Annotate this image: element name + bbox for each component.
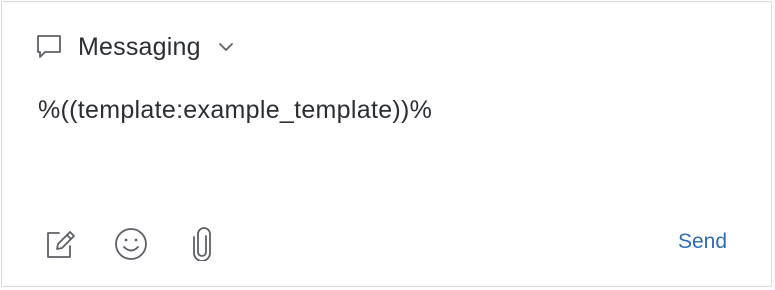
speech-bubble-icon (36, 33, 64, 61)
channel-selector[interactable]: Messaging (36, 30, 235, 64)
compose-icon[interactable] (42, 226, 78, 262)
send-button[interactable]: Send (678, 230, 727, 254)
channel-label: Messaging (78, 32, 201, 61)
message-input[interactable]: %((template:example_template))% (38, 96, 738, 125)
message-composer: Messaging %((template:example_template))… (1, 1, 772, 287)
emoji-icon[interactable] (113, 226, 149, 262)
chevron-down-icon[interactable] (217, 38, 235, 56)
attachment-icon[interactable] (184, 226, 220, 262)
